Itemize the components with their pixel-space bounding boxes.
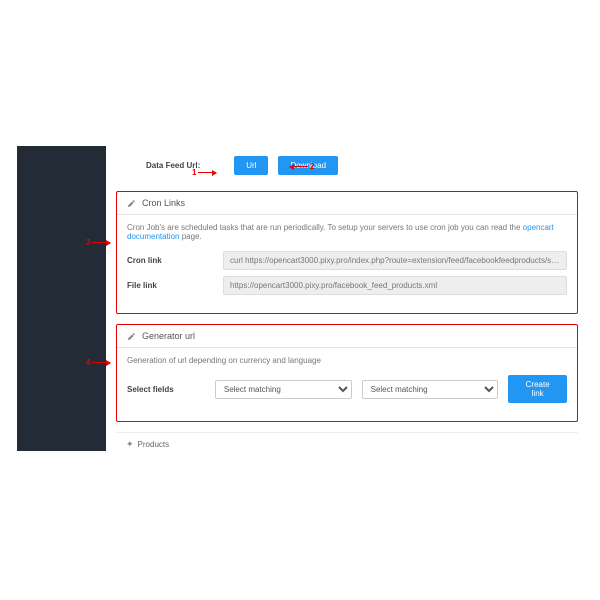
cron-link-input[interactable]: curl https://opencart3000.pixy.pro/index… — [223, 251, 567, 270]
products-section-header[interactable]: ✦ Products — [116, 432, 578, 456]
file-link-input[interactable]: https://opencart3000.pixy.pro/facebook_f… — [223, 276, 567, 295]
pencil-icon — [127, 332, 136, 341]
products-title: Products — [138, 440, 170, 449]
select-matching-1[interactable]: Select matching — [215, 380, 352, 399]
main-content: Data Feed Url: Url Download Cron Links C… — [106, 146, 588, 456]
data-feed-row: Data Feed Url: Url Download — [106, 146, 588, 183]
plus-icon: ✦ — [126, 439, 134, 450]
cron-link-row: Cron link curl https://opencart3000.pixy… — [127, 251, 567, 270]
pencil-icon — [127, 199, 136, 208]
annot-num-2: 2 — [310, 162, 314, 171]
generator-url-panel: Generator url Generation of url dependin… — [116, 324, 578, 422]
cron-links-header: Cron Links — [117, 192, 577, 215]
annot-num-1: 1 — [192, 168, 196, 177]
generator-url-title: Generator url — [142, 331, 195, 341]
cron-links-title: Cron Links — [142, 198, 185, 208]
sidebar — [17, 146, 106, 451]
file-link-row: File link https://opencart3000.pixy.pro/… — [127, 276, 567, 295]
select-matching-2[interactable]: Select matching — [362, 380, 499, 399]
select-fields-row: Select fields Select matching Select mat… — [127, 375, 567, 403]
annotation-4: 4 — [86, 358, 110, 367]
cron-desc-pre: Cron Job's are scheduled tasks that are … — [127, 223, 523, 232]
cron-link-label: Cron link — [127, 256, 213, 265]
generator-desc: Generation of url depending on currency … — [127, 356, 567, 365]
url-button[interactable]: Url — [234, 156, 268, 175]
annotation-2: 2 — [290, 162, 314, 171]
cron-description: Cron Job's are scheduled tasks that are … — [127, 223, 567, 241]
annot-num-4: 4 — [86, 358, 90, 367]
cron-desc-post: page. — [179, 232, 201, 241]
annot-num-3: 3 — [86, 238, 90, 247]
annotation-1: 1 — [192, 168, 216, 177]
file-link-label: File link — [127, 281, 213, 290]
annotation-3: 3 — [86, 238, 110, 247]
create-link-button[interactable]: Create link — [508, 375, 567, 403]
cron-links-panel: Cron Links Cron Job's are scheduled task… — [116, 191, 578, 314]
generator-url-header: Generator url — [117, 325, 577, 348]
select-fields-label: Select fields — [127, 385, 205, 394]
